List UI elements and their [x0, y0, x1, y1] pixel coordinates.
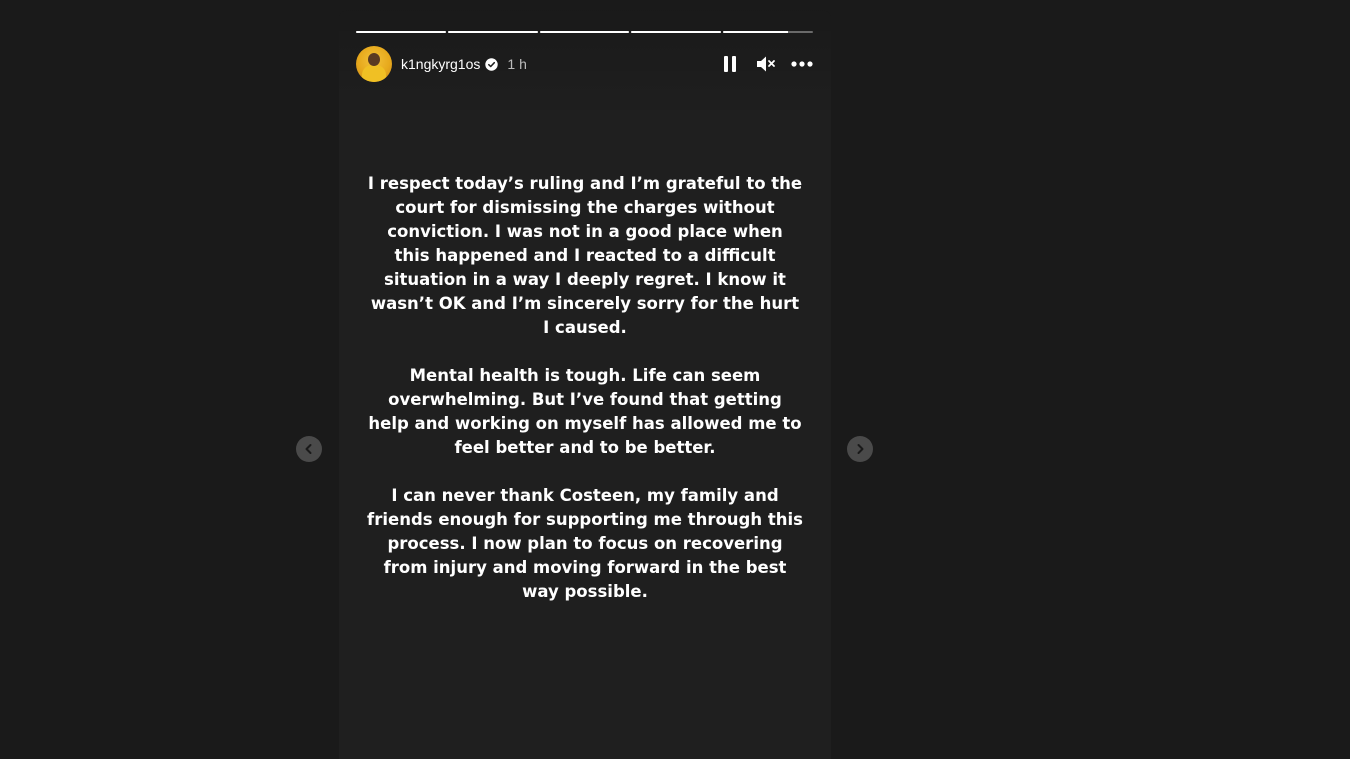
story-header: k1ngkyrg1os 1 h — [356, 46, 814, 82]
verified-badge-icon — [485, 57, 499, 71]
story-card[interactable]: k1ngkyrg1os 1 h I respect today’s ruling… — [339, 10, 831, 759]
progress-segment — [539, 31, 630, 33]
more-options-icon — [791, 61, 813, 67]
progress-segment — [631, 31, 722, 33]
story-viewer: k1ngkyrg1os 1 h I respect today’s ruling… — [0, 0, 1350, 759]
chevron-left-icon — [305, 444, 312, 454]
progress-segment-fill — [723, 31, 788, 33]
pause-icon — [724, 56, 736, 72]
story-text: I respect today’s ruling and I’m gratefu… — [339, 172, 831, 628]
muted-speaker-icon — [757, 56, 775, 72]
avatar[interactable] — [356, 46, 392, 82]
chevron-right-icon — [857, 444, 864, 454]
more-options-button[interactable] — [790, 52, 814, 76]
pause-button[interactable] — [718, 52, 742, 76]
story-paragraph: I can never thank Costeen, my family and… — [367, 486, 803, 601]
story-progress-bar — [356, 31, 813, 33]
progress-segment — [447, 31, 538, 33]
post-time: 1 h — [507, 56, 527, 72]
progress-segment-fill — [539, 31, 630, 33]
story-paragraph: Mental health is tough. Life can seem ov… — [368, 366, 802, 457]
next-story-button[interactable] — [847, 436, 873, 462]
mute-toggle-button[interactable] — [754, 52, 778, 76]
progress-segment-fill — [447, 31, 538, 33]
story-controls — [718, 52, 814, 76]
previous-story-button[interactable] — [296, 436, 322, 462]
progress-segment-fill — [631, 31, 722, 33]
progress-segment — [356, 31, 446, 33]
story-paragraph: I respect today’s ruling and I’m gratefu… — [367, 174, 803, 337]
progress-segment-fill — [356, 31, 446, 33]
username-link[interactable]: k1ngkyrg1os — [401, 56, 480, 72]
progress-segment — [723, 31, 813, 33]
